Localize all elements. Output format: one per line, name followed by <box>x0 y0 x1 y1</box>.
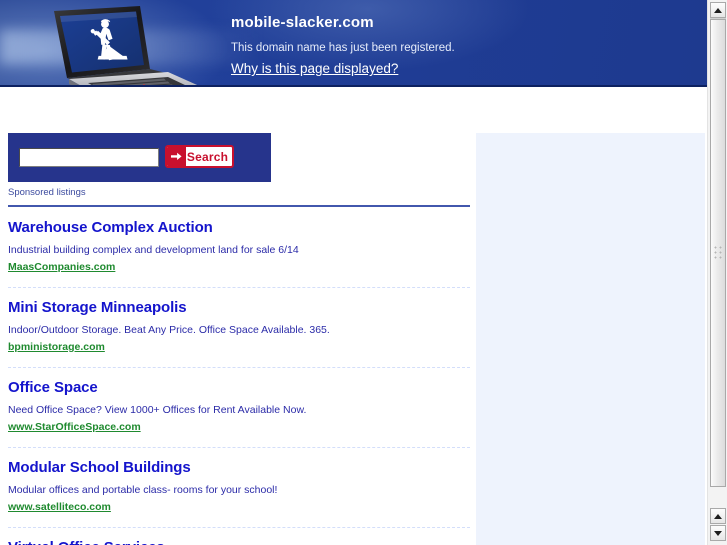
sponsored-listings: Warehouse Complex Auction Industrial buil… <box>8 208 470 545</box>
listing-item: Warehouse Complex Auction Industrial buil… <box>8 208 470 275</box>
sponsored-listings-label: Sponsored listings <box>8 187 86 198</box>
scroll-up-glyph <box>714 7 722 13</box>
search-panel: Search <box>8 133 271 182</box>
listing-item: Mini Storage Minneapolis Indoor/Outdoor S… <box>8 288 470 355</box>
why-is-this-page-displayed-link[interactable]: Why is this page displayed? <box>231 60 398 77</box>
right-ad-panel <box>476 133 705 545</box>
listing-title[interactable]: Office Space <box>8 379 470 397</box>
registered-note: This domain name has just been registere… <box>231 42 455 54</box>
listing-title[interactable]: Warehouse Complex Auction <box>8 219 470 237</box>
under-construction-laptop-image <box>54 6 202 87</box>
listing-url-link[interactable]: www.StarOfficeSpace.com <box>8 421 141 434</box>
domain-name: mobile-slacker.com <box>231 14 374 31</box>
arrow-right-icon <box>167 147 186 166</box>
listing-description: Modular offices and portable class- room… <box>8 484 278 496</box>
listing-url-link[interactable]: MaasCompanies.com <box>8 261 115 274</box>
search-input[interactable] <box>19 148 159 167</box>
listing-title[interactable]: Modular School Buildings <box>8 459 470 477</box>
search-button-label: Search <box>186 149 229 164</box>
scroll-down-glyph <box>714 530 722 536</box>
listing-url-link[interactable]: www.satelliteco.com <box>8 501 111 514</box>
listing-url-link[interactable]: bpministorage.com <box>8 341 105 354</box>
listing-description: Indoor/Outdoor Storage. Beat Any Price. … <box>8 324 330 336</box>
page-banner: mobile-slacker.com This domain name has … <box>0 0 707 87</box>
banner-bottom-rule <box>0 85 707 87</box>
listing-title[interactable]: Virtual Office Services <box>8 539 470 545</box>
listing-item: Office Space Need Office Space? View 1000… <box>8 368 470 435</box>
scrollbar-thumb[interactable] <box>710 19 726 487</box>
listing-item: Modular School Buildings Modular offices … <box>8 448 470 515</box>
listing-item: Virtual Office ServicesFriendly Live Rec… <box>8 528 470 545</box>
scroll-down-arrow-icon[interactable] <box>710 525 726 541</box>
scroll-up-arrow-icon-bottom[interactable] <box>710 508 726 524</box>
banner-text-block: mobile-slacker.com This domain name has … <box>231 14 651 78</box>
window-scrollbar[interactable] <box>707 0 727 545</box>
scroll-up-glyph-bottom <box>714 513 722 519</box>
listing-description: Industrial building complex and developm… <box>8 244 299 256</box>
listings-top-rule <box>8 205 470 207</box>
listing-description: Need Office Space? View 1000+ Offices fo… <box>8 404 307 416</box>
scrollbar-grip-icon <box>714 246 722 260</box>
search-button[interactable]: Search <box>165 145 234 168</box>
listing-title[interactable]: Mini Storage Minneapolis <box>8 299 470 317</box>
scroll-up-arrow-icon[interactable] <box>710 2 726 18</box>
page-viewport: mobile-slacker.com This domain name has … <box>0 0 707 545</box>
